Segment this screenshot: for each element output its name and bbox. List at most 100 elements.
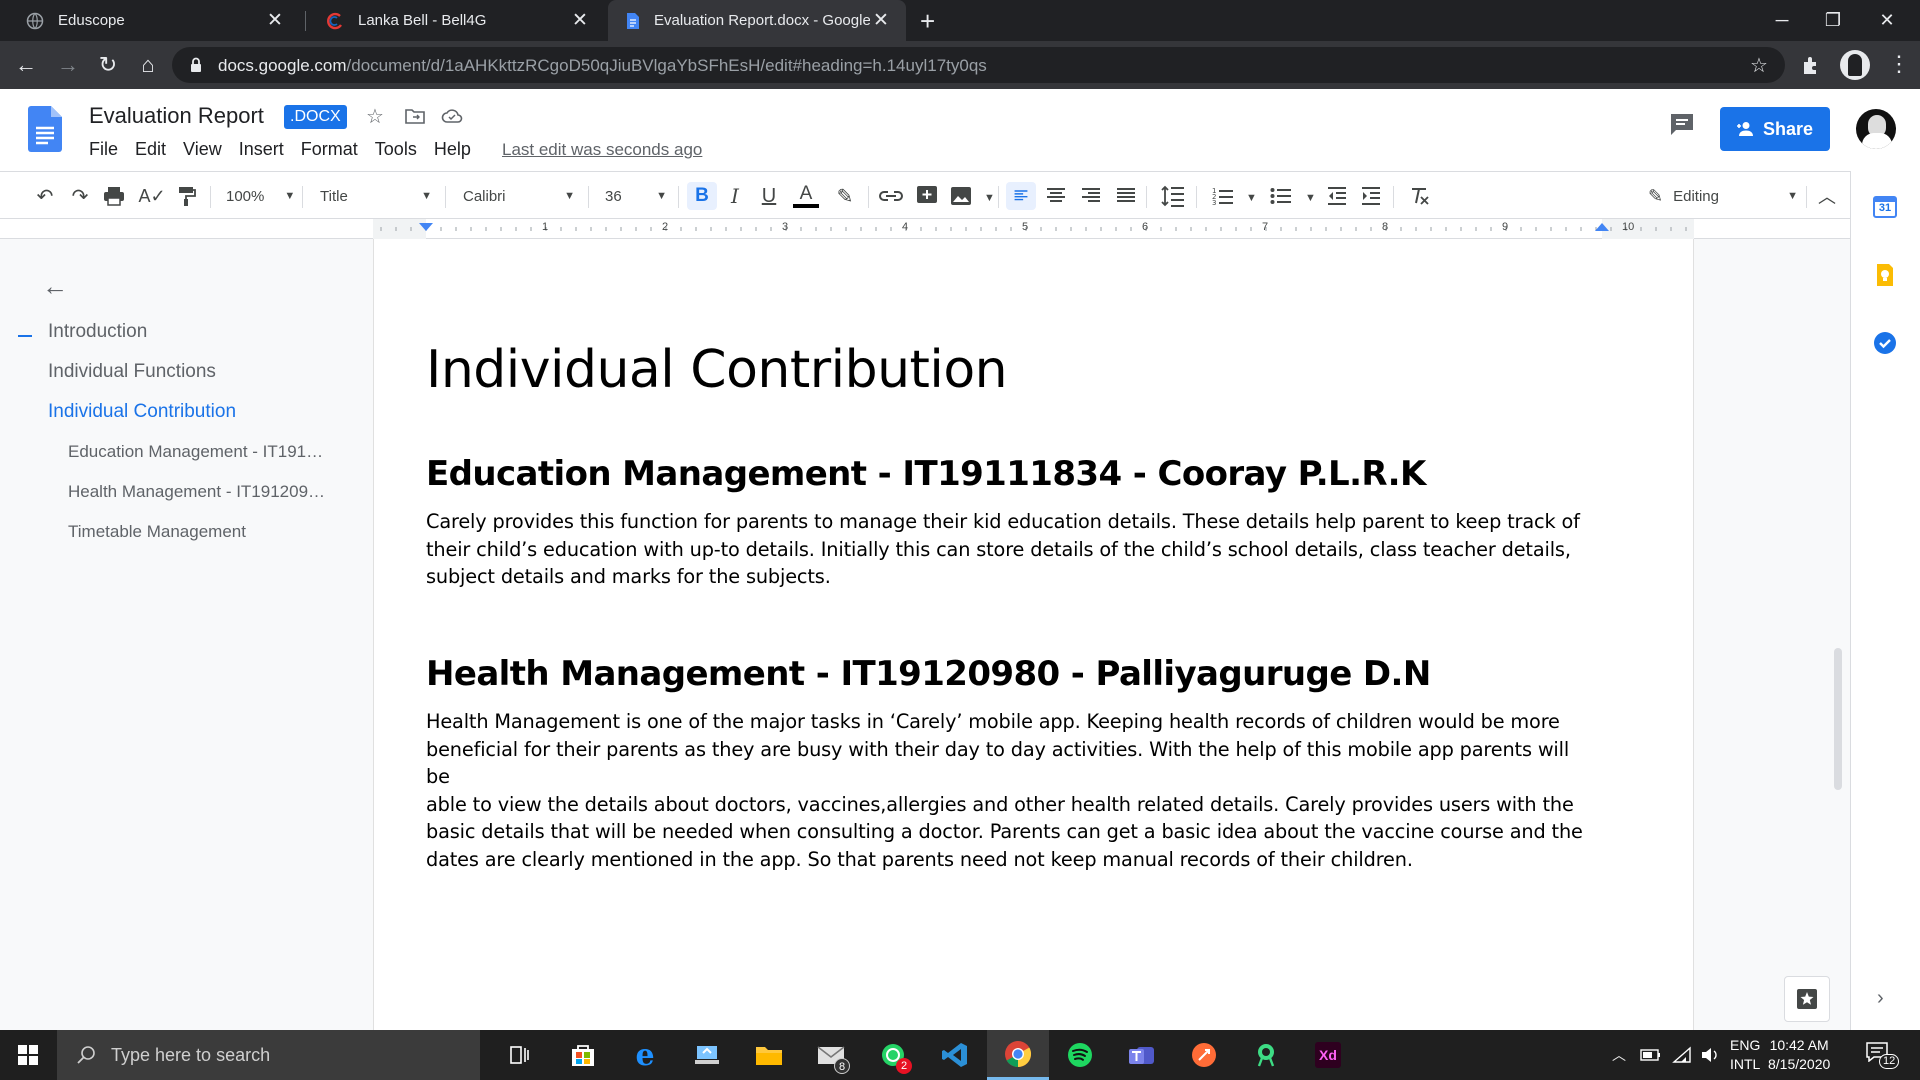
decrease-indent-icon[interactable] bbox=[1326, 182, 1348, 210]
vscode-icon[interactable] bbox=[924, 1030, 986, 1080]
show-hidden-icons-icon[interactable]: ︿ bbox=[1612, 1030, 1626, 1080]
explore-button[interactable] bbox=[1784, 976, 1830, 1022]
print-icon[interactable] bbox=[103, 182, 125, 210]
close-icon[interactable]: ✕ bbox=[569, 9, 591, 32]
menu-tools[interactable]: Tools bbox=[375, 139, 417, 160]
italic-button[interactable]: I bbox=[722, 182, 748, 210]
notification-center-icon[interactable]: 12 bbox=[1866, 1042, 1900, 1070]
docs-logo-icon[interactable] bbox=[28, 106, 62, 152]
store-icon[interactable] bbox=[552, 1030, 614, 1080]
address-bar[interactable]: docs.google.com/document/d/1aAHKkttzRCgo… bbox=[172, 47, 1785, 83]
bold-button[interactable]: B bbox=[687, 182, 717, 210]
system-clock[interactable]: 10:42 AM 8/15/2020 bbox=[1768, 1036, 1830, 1074]
wifi-icon[interactable] bbox=[1672, 1046, 1692, 1064]
spotify-icon[interactable] bbox=[1049, 1030, 1111, 1080]
menu-help[interactable]: Help bbox=[434, 139, 471, 160]
justify-icon[interactable] bbox=[1115, 182, 1137, 210]
forward-icon[interactable]: → bbox=[56, 53, 80, 77]
document-title[interactable]: Evaluation Report bbox=[89, 103, 264, 129]
back-icon[interactable]: ← bbox=[14, 53, 38, 77]
font-family-select[interactable]: Calibri ▼ bbox=[463, 182, 575, 210]
bookmark-star-icon[interactable]: ☆ bbox=[1750, 53, 1768, 78]
underline-button[interactable]: U bbox=[756, 182, 782, 210]
postman-icon[interactable] bbox=[1173, 1030, 1235, 1080]
dropdown-arrow-icon[interactable]: ▼ bbox=[1305, 192, 1316, 204]
task-view-icon[interactable] bbox=[488, 1030, 550, 1080]
outline-item-introduction[interactable]: Introduction bbox=[48, 321, 147, 343]
clear-formatting-icon[interactable] bbox=[1408, 182, 1430, 210]
paint-format-icon[interactable] bbox=[177, 182, 197, 210]
star-icon[interactable]: ☆ bbox=[366, 104, 384, 129]
close-icon[interactable]: ✕ bbox=[870, 9, 892, 32]
profile-avatar[interactable] bbox=[1840, 50, 1870, 80]
highlight-color-icon[interactable]: ✎ bbox=[832, 182, 858, 210]
move-folder-icon[interactable] bbox=[405, 108, 425, 124]
language-indicator[interactable]: ENG INTL bbox=[1730, 1036, 1760, 1074]
horizontal-ruler[interactable]: 1 2 3 4 5 6 7 8 9 10 bbox=[0, 219, 1850, 239]
edge-icon[interactable]: e bbox=[614, 1030, 676, 1080]
close-outline-icon[interactable]: ← bbox=[42, 271, 68, 302]
menu-edit[interactable]: Edit bbox=[135, 139, 166, 160]
share-button[interactable]: Share bbox=[1720, 107, 1830, 151]
tab-lanka-bell[interactable]: Lanka Bell - Bell4G ✕ bbox=[300, 0, 605, 41]
window-close-icon[interactable]: ✕ bbox=[1862, 0, 1912, 41]
keep-icon[interactable] bbox=[1873, 263, 1897, 287]
paragraph-style-select[interactable]: Title ▼ bbox=[320, 182, 432, 210]
line-spacing-icon[interactable] bbox=[1161, 182, 1185, 210]
cloud-saved-icon[interactable] bbox=[441, 108, 463, 124]
tasks-icon[interactable] bbox=[1873, 331, 1897, 355]
teams-icon[interactable] bbox=[1111, 1030, 1173, 1080]
insert-image-icon[interactable] bbox=[950, 182, 972, 210]
vertical-scrollbar[interactable] bbox=[1834, 648, 1842, 790]
dropdown-arrow-icon[interactable]: ▼ bbox=[1246, 192, 1257, 204]
hide-menus-icon[interactable]: ︿ bbox=[1814, 182, 1840, 210]
expand-panel-icon[interactable]: › bbox=[1877, 987, 1884, 1010]
battery-icon[interactable] bbox=[1640, 1047, 1662, 1063]
dropdown-arrow-icon[interactable]: ▼ bbox=[984, 192, 995, 204]
file-explorer-icon[interactable] bbox=[738, 1030, 800, 1080]
new-tab-icon[interactable]: + bbox=[920, 6, 935, 37]
section-body-health[interactable]: Health Management is one of the major ta… bbox=[426, 708, 1596, 873]
undo-icon[interactable]: ↶ bbox=[32, 182, 58, 210]
editing-mode-select[interactable]: ✎ Editing ▼ bbox=[1648, 182, 1798, 210]
menu-file[interactable]: File bbox=[89, 139, 118, 160]
zoom-select[interactable]: 100% ▼ bbox=[226, 182, 296, 210]
whatsapp-icon[interactable]: 2 bbox=[862, 1030, 924, 1080]
last-edit-link[interactable]: Last edit was seconds ago bbox=[502, 140, 702, 160]
menu-format[interactable]: Format bbox=[301, 139, 358, 160]
text-color-button[interactable]: A bbox=[792, 182, 820, 210]
calendar-icon[interactable]: 31 bbox=[1873, 195, 1897, 219]
section-body-education[interactable]: Carely provides this function for parent… bbox=[426, 508, 1596, 591]
align-center-icon[interactable] bbox=[1045, 182, 1067, 210]
align-left-icon[interactable] bbox=[1006, 182, 1036, 210]
outline-item-timetable-management[interactable]: Timetable Management bbox=[68, 522, 246, 542]
numbered-list-icon[interactable]: 123 bbox=[1212, 182, 1234, 210]
chrome-icon[interactable] bbox=[987, 1030, 1049, 1080]
insert-link-icon[interactable] bbox=[878, 182, 904, 210]
mail-icon[interactable]: 8 bbox=[800, 1030, 862, 1080]
tab-evaluation-report[interactable]: Evaluation Report.docx - Google ✕ bbox=[608, 0, 906, 41]
android-studio-icon[interactable] bbox=[1235, 1030, 1297, 1080]
add-comment-icon[interactable] bbox=[916, 182, 938, 210]
spellcheck-icon[interactable]: A✓ bbox=[138, 182, 165, 210]
volume-icon[interactable] bbox=[1700, 1046, 1720, 1064]
comment-history-icon[interactable] bbox=[1668, 111, 1696, 139]
section-heading-health[interactable]: Health Management - IT19120980 - Palliya… bbox=[426, 654, 1431, 694]
minimize-icon[interactable]: ─ bbox=[1757, 0, 1807, 41]
tab-eduscope[interactable]: Eduscope ✕ bbox=[0, 0, 300, 41]
home-icon[interactable]: ⌂ bbox=[136, 53, 160, 77]
menu-insert[interactable]: Insert bbox=[239, 139, 284, 160]
increase-indent-icon[interactable] bbox=[1360, 182, 1382, 210]
restore-icon[interactable]: ❐ bbox=[1808, 0, 1858, 41]
extensions-icon[interactable] bbox=[1800, 54, 1822, 76]
outline-item-individual-contribution[interactable]: Individual Contribution bbox=[48, 401, 236, 423]
file-transfer-icon[interactable] bbox=[676, 1030, 738, 1080]
outline-item-education-management[interactable]: Education Management - IT191… bbox=[68, 442, 323, 462]
windows-start-icon[interactable] bbox=[18, 1045, 38, 1065]
browser-menu-icon[interactable]: ⋮ bbox=[1888, 51, 1910, 77]
reload-icon[interactable]: ↻ bbox=[96, 53, 120, 77]
close-icon[interactable]: ✕ bbox=[264, 9, 286, 32]
section-heading-education[interactable]: Education Management - IT19111834 - Coor… bbox=[426, 454, 1426, 494]
document-title-heading[interactable]: Individual Contribution bbox=[426, 340, 1008, 400]
account-avatar[interactable] bbox=[1856, 109, 1896, 149]
